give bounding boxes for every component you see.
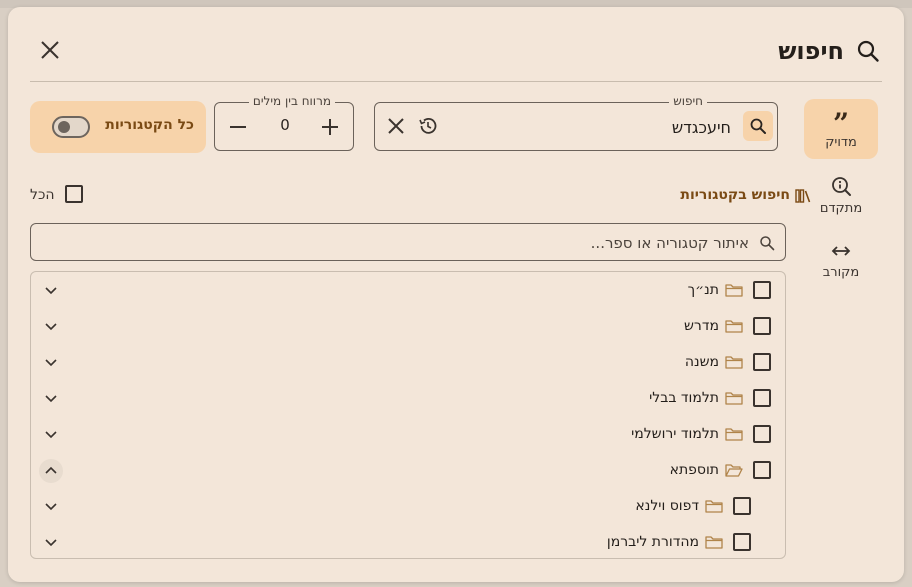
all-categories-switch[interactable]	[52, 116, 90, 138]
minus-icon[interactable]	[227, 116, 249, 138]
tree-row[interactable]: דפוס וילנא	[31, 489, 785, 525]
search-field-label: חיפוש	[669, 94, 707, 108]
tree-row[interactable]: משנה	[31, 345, 785, 381]
category-label: דפוס וילנא	[635, 498, 699, 514]
category-checkbox[interactable]	[733, 533, 751, 551]
tree-row[interactable]: תוספתא	[31, 453, 785, 489]
arrows-horizontal-icon	[831, 246, 851, 256]
folder-icon	[725, 392, 743, 405]
chevron-down-icon	[45, 323, 57, 331]
nav-advanced-label: מתקדם	[819, 201, 863, 216]
nav-near[interactable]: מקורב	[804, 235, 878, 285]
header-divider	[30, 81, 882, 82]
expand-toggle[interactable]	[39, 387, 63, 411]
nav-exact[interactable]: ” מדויק	[804, 99, 878, 159]
nav-exact-label: מדויק	[825, 135, 857, 150]
search-dialog: חיפוש ” מדויק מתקדם מקורב חיפוש חיעכגדש …	[8, 7, 904, 582]
category-search-title: חיפוש בקטגוריות	[680, 187, 790, 203]
category-filter-input[interactable]	[59, 232, 749, 254]
category-checkbox[interactable]	[753, 425, 771, 443]
search-icon	[760, 236, 775, 251]
tree-row[interactable]: תלמוד בבלי	[31, 381, 785, 417]
category-tree: תנ״ך מדרש משנה תלמוד בבלי תלמוד ירושלמי תוספת…	[30, 271, 786, 559]
category-checkbox[interactable]	[753, 461, 771, 479]
all-categories-toggle-card[interactable]: כל הקטגוריות	[30, 101, 206, 153]
folder-icon	[705, 500, 723, 513]
expand-toggle[interactable]	[39, 495, 63, 519]
folder-icon	[725, 428, 743, 441]
chevron-down-icon	[45, 431, 57, 439]
category-label: מהדורת ליברמן	[606, 534, 699, 550]
folder-icon	[705, 536, 723, 549]
category-checkbox[interactable]	[753, 389, 771, 407]
select-all-checkbox[interactable]	[65, 185, 83, 203]
expand-toggle[interactable]	[39, 423, 63, 447]
quote-icon: ”	[833, 107, 849, 135]
library-icon	[795, 189, 811, 203]
folder-open-icon	[725, 464, 743, 477]
category-label: תלמוד ירושלמי	[631, 426, 719, 442]
folder-icon	[725, 284, 743, 297]
plus-icon[interactable]	[319, 116, 341, 138]
expand-toggle[interactable]	[39, 351, 63, 375]
search-icon	[750, 118, 766, 134]
tree-row[interactable]: תנ״ך	[31, 273, 785, 309]
chevron-up-icon	[45, 466, 57, 474]
search-icon	[857, 40, 879, 62]
chevron-down-icon	[45, 503, 57, 511]
search-input[interactable]	[451, 115, 731, 139]
clear-icon[interactable]	[385, 115, 407, 137]
nav-near-label: מקורב	[822, 265, 860, 280]
chevron-down-icon	[45, 287, 57, 295]
category-checkbox[interactable]	[733, 497, 751, 515]
tree-row[interactable]: תלמוד ירושלמי	[31, 417, 785, 453]
category-label: משנה	[684, 354, 719, 370]
folder-icon	[725, 320, 743, 333]
tree-row[interactable]: מדרש	[31, 309, 785, 345]
category-label: תוספתא	[669, 462, 719, 478]
word-distance-value: 0	[280, 116, 290, 134]
dialog-title: חיפוש	[778, 37, 844, 65]
expand-toggle[interactable]	[39, 279, 63, 303]
chevron-down-icon	[45, 539, 57, 547]
nav-advanced[interactable]: מתקדם	[804, 171, 878, 221]
category-checkbox[interactable]	[753, 353, 771, 371]
info-search-icon	[832, 177, 851, 196]
expand-toggle[interactable]	[39, 531, 63, 555]
word-distance-label: מרווח בין מילים	[248, 94, 335, 108]
close-icon[interactable]	[38, 38, 62, 62]
select-all-label: הכל	[30, 187, 55, 203]
switch-knob	[58, 121, 70, 133]
category-label: מדרש	[684, 318, 719, 334]
expand-toggle[interactable]	[39, 459, 63, 483]
svg-text:”: ”	[833, 107, 849, 135]
expand-toggle[interactable]	[39, 315, 63, 339]
folder-icon	[725, 356, 743, 369]
search-field: חיפוש	[374, 94, 778, 151]
word-distance-stepper: מרווח בין מילים 0	[214, 94, 354, 151]
history-icon[interactable]	[417, 115, 439, 137]
chevron-down-icon	[45, 359, 57, 367]
search-submit-button[interactable]	[743, 111, 773, 141]
chevron-down-icon	[45, 395, 57, 403]
category-label: תנ״ך	[687, 282, 719, 298]
tree-row[interactable]: מהדורת ליברמן	[31, 525, 785, 561]
category-label: תלמוד בבלי	[649, 390, 719, 406]
category-checkbox[interactable]	[753, 281, 771, 299]
all-categories-label: כל הקטגוריות	[105, 117, 194, 133]
category-filter-field	[30, 223, 786, 261]
category-checkbox[interactable]	[753, 317, 771, 335]
